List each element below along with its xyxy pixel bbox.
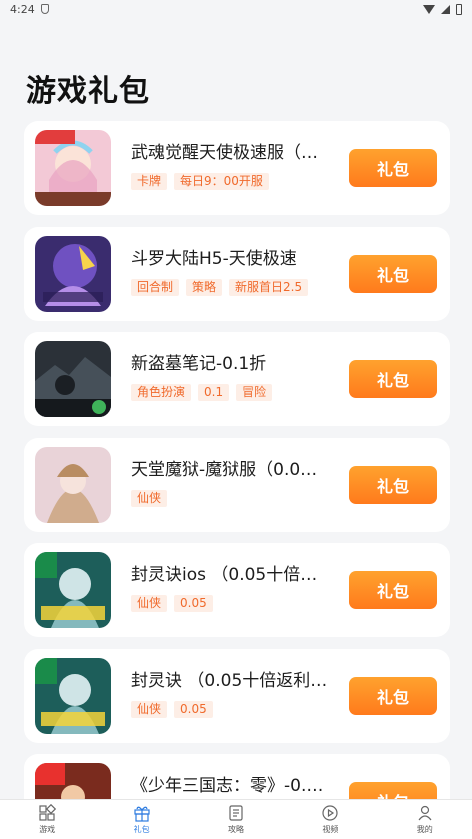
tag-list: 回合制 策略 新服首日2.5 xyxy=(131,278,309,296)
game-card[interactable]: 封灵诀ios （0.05十倍… 仙侠 0.05 礼包 xyxy=(24,543,450,637)
user-icon xyxy=(418,805,432,821)
game-card[interactable]: 新盗墓笔记-0.1折 角色扮演 0.1 冒险 礼包 xyxy=(24,332,450,426)
bottom-nav: 游戏 礼包 攻略 视频 我的 xyxy=(0,799,472,839)
shield-icon xyxy=(40,4,49,14)
game-name: 封灵诀ios （0.05十倍… xyxy=(131,565,318,585)
nav-label: 礼包 xyxy=(133,825,150,834)
game-thumbnail xyxy=(35,552,111,628)
game-tag: 回合制 xyxy=(131,278,180,296)
game-thumbnail xyxy=(35,446,111,523)
play-icon xyxy=(322,805,338,821)
signal-icon xyxy=(441,4,450,14)
game-card[interactable]: 斗罗大陆H5-天使极速 回合制 策略 新服首日2.5 礼包 xyxy=(24,226,450,321)
status-bar: 4:24 xyxy=(0,0,472,18)
game-card[interactable]: 封灵诀 （0.05十倍返利… 仙侠 0.05 礼包 xyxy=(24,648,450,743)
game-thumbnail xyxy=(35,235,111,312)
grid-icon xyxy=(39,804,57,821)
game-tag: 角色扮演 xyxy=(131,384,192,401)
game-thumbnail xyxy=(35,657,111,734)
game-tag: 0.05 xyxy=(174,700,213,718)
game-name: 封灵诀 （0.05十倍返利… xyxy=(131,670,328,691)
nav-item-games[interactable]: 游戏 xyxy=(12,800,82,839)
game-name: 武魂觉醒天使极速服（… xyxy=(131,143,318,163)
nav-item-gifts[interactable]: 礼包 xyxy=(107,800,177,839)
gift-button[interactable]: 礼包 xyxy=(349,254,437,293)
tag-list: 仙侠 0.05 xyxy=(131,700,213,718)
game-tag: 冒险 xyxy=(236,384,273,401)
status-time: 4:24 xyxy=(10,2,35,16)
game-thumbnail xyxy=(35,130,111,206)
battery-icon xyxy=(456,3,462,15)
game-tag: 仙侠 xyxy=(131,700,168,718)
gift-button[interactable]: 礼包 xyxy=(349,149,437,187)
wifi-icon xyxy=(423,4,435,14)
gift-button[interactable]: 礼包 xyxy=(349,360,437,398)
nav-label: 视频 xyxy=(322,825,339,834)
game-name: 《少年三国志：零》-0.… xyxy=(131,776,324,796)
game-tag: 每日9：00开服 xyxy=(174,173,269,190)
game-card[interactable]: 天堂魔狱-魔狱服（0.0… 仙侠 礼包 xyxy=(24,437,450,532)
nav-item-videos[interactable]: 视频 xyxy=(295,800,365,839)
game-tag: 卡牌 xyxy=(131,173,168,190)
game-name: 斗罗大陆H5-天使极速 xyxy=(131,248,297,269)
game-tag: 仙侠 xyxy=(131,489,168,507)
game-tag: 策略 xyxy=(186,278,223,296)
game-tag: 0.05 xyxy=(174,595,213,612)
tag-list: 仙侠 0.05 xyxy=(131,595,213,612)
nav-item-guides[interactable]: 攻略 xyxy=(201,800,271,839)
tag-list: 仙侠 xyxy=(131,489,168,507)
tag-list: 卡牌 每日9：00开服 xyxy=(131,173,269,190)
tag-list: 角色扮演 0.1 冒险 xyxy=(131,384,273,401)
nav-item-profile[interactable]: 我的 xyxy=(390,800,460,839)
gift-button[interactable]: 礼包 xyxy=(349,571,437,609)
game-thumbnail xyxy=(35,341,111,417)
game-name: 新盗墓笔记-0.1折 xyxy=(131,354,267,374)
guide-icon xyxy=(229,805,243,821)
game-name: 天堂魔狱-魔狱服（0.0… xyxy=(131,459,318,480)
game-tag: 仙侠 xyxy=(131,595,168,612)
gift-button[interactable]: 礼包 xyxy=(349,676,437,715)
game-tag: 新服首日2.5 xyxy=(229,278,309,296)
gift-icon xyxy=(133,806,150,822)
game-gift-list: 武魂觉醒天使极速服（… 卡牌 每日9：00开服 礼包 斗罗大陆H5-天使极速 回… xyxy=(24,121,450,839)
nav-label: 游戏 xyxy=(39,825,56,834)
gift-button[interactable]: 礼包 xyxy=(349,465,437,504)
nav-label: 我的 xyxy=(416,825,433,834)
game-tag: 0.1 xyxy=(198,384,230,401)
nav-label: 攻略 xyxy=(227,825,244,834)
game-card[interactable]: 武魂觉醒天使极速服（… 卡牌 每日9：00开服 礼包 xyxy=(24,121,450,215)
page-title: 游戏礼包 xyxy=(26,74,150,109)
